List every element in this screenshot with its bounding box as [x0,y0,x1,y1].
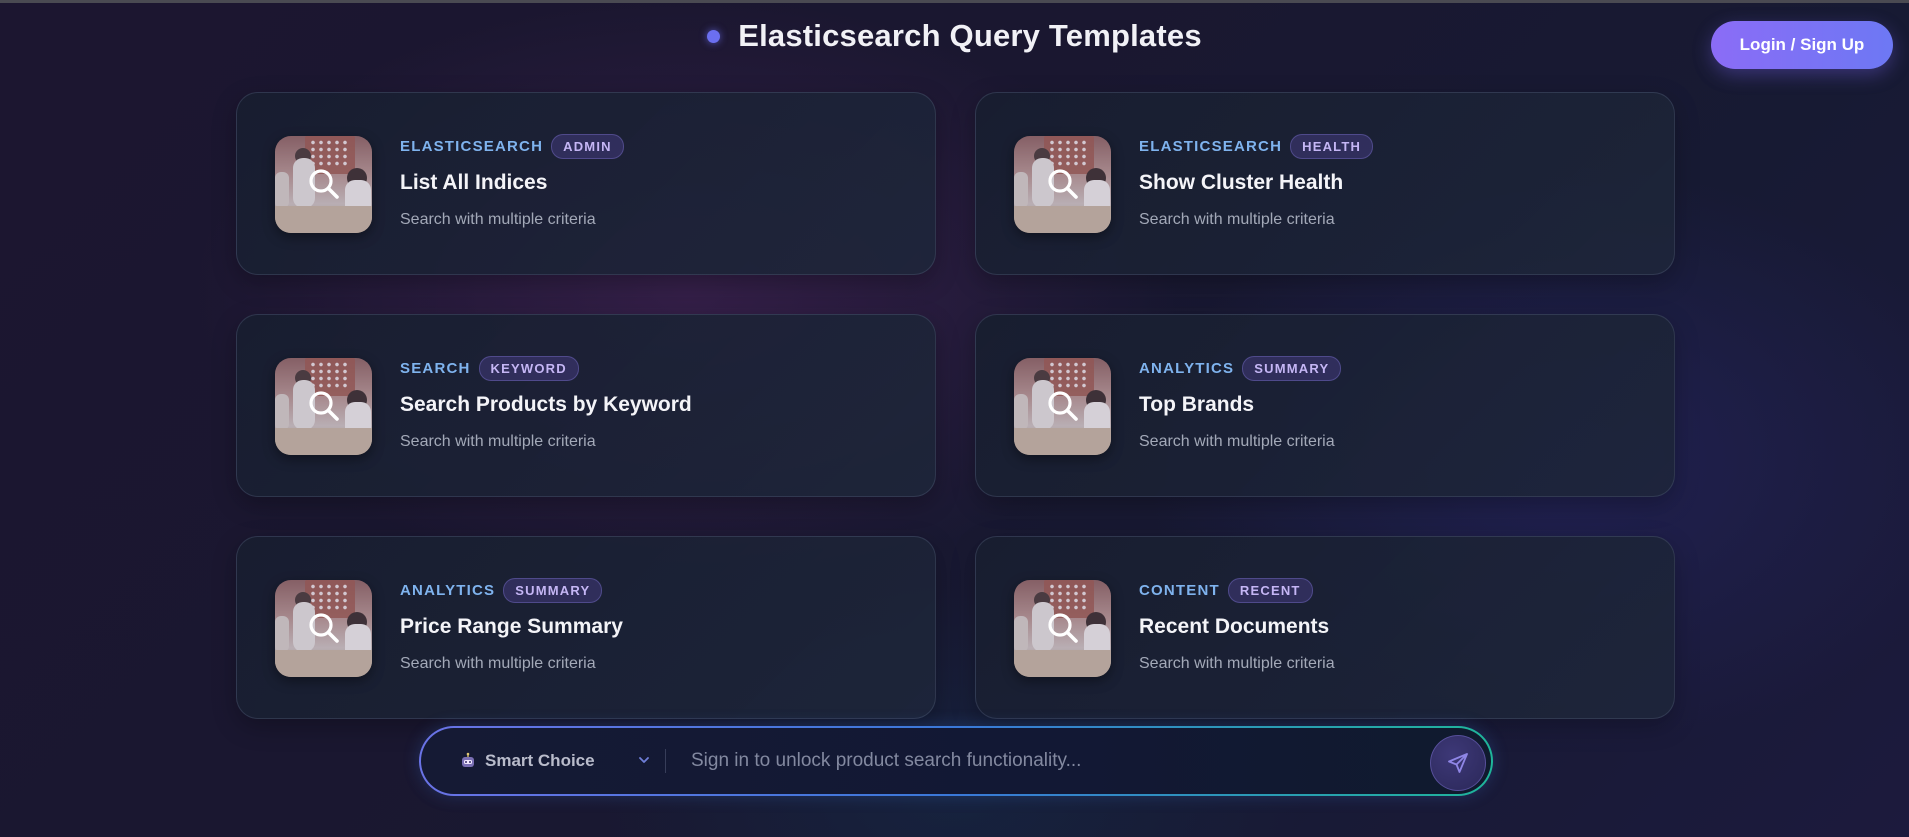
template-thumbnail [275,580,372,677]
template-thumbnail [1014,358,1111,455]
model-label: Smart Choice [485,751,595,770]
divider [665,749,666,773]
send-button[interactable] [1430,735,1486,791]
page-header: Elasticsearch Query Templates [0,18,1909,54]
page-title: Elasticsearch Query Templates [738,18,1202,53]
type-badge: SUMMARY [1242,355,1342,381]
template-title: Price Range Summary [400,615,623,638]
type-badge: HEALTH [1290,133,1374,159]
template-thumbnail [1014,136,1111,233]
send-icon [1448,753,1468,773]
template-card[interactable]: CONTENT RECENT Recent Documents Search w… [975,536,1675,719]
template-description: Search with multiple criteria [1139,655,1335,672]
model-selector[interactable]: Smart Choice [459,728,595,794]
template-description: Search with multiple criteria [1139,211,1335,228]
search-icon [309,169,339,199]
template-thumbnail [1014,580,1111,677]
status-dot-icon [707,29,721,43]
template-description: Search with multiple criteria [400,211,596,228]
top-border [0,0,1909,3]
type-badge: SUMMARY [503,577,603,603]
search-icon [309,613,339,643]
type-badge: RECENT [1227,577,1313,603]
template-description: Search with multiple criteria [400,433,596,450]
template-card[interactable]: ELASTICSEARCH HEALTH Show Cluster Health… [975,92,1675,275]
robot-icon [462,752,474,767]
category-label: ELASTICSEARCH [1139,137,1283,155]
template-thumbnail [275,136,372,233]
category-label: ANALYTICS [400,581,496,599]
template-title: Show Cluster Health [1139,171,1344,194]
search-bar: Smart Choice [419,726,1493,796]
search-icon [1048,613,1078,643]
template-grid: ELASTICSEARCH ADMIN List All Indices Sea… [236,92,1675,719]
type-badge: KEYWORD [478,355,579,381]
category-label: ELASTICSEARCH [400,137,544,155]
template-title: Recent Documents [1139,615,1330,638]
type-badge: ADMIN [551,133,624,159]
category-label: SEARCH [400,359,471,377]
category-label: CONTENT [1139,581,1220,599]
search-icon [1048,391,1078,421]
template-title: Top Brands [1139,393,1255,416]
template-title: Search Products by Keyword [400,393,692,416]
template-title: List All Indices [400,171,548,194]
category-label: ANALYTICS [1139,359,1235,377]
template-description: Search with multiple criteria [1139,433,1335,450]
template-description: Search with multiple criteria [400,655,596,672]
template-card[interactable]: SEARCH KEYWORD Search Products by Keywor… [236,314,936,497]
search-input[interactable] [691,742,1391,780]
template-card[interactable]: ANALYTICS SUMMARY Price Range Summary Se… [236,536,936,719]
login-signup-button[interactable]: Login / Sign Up [1711,21,1893,69]
template-card[interactable]: ANALYTICS SUMMARY Top Brands Search with… [975,314,1675,497]
search-icon [309,391,339,421]
template-card[interactable]: ELASTICSEARCH ADMIN List All Indices Sea… [236,92,936,275]
template-thumbnail [275,358,372,455]
search-icon [1048,169,1078,199]
chevron-down-icon[interactable] [637,753,651,767]
